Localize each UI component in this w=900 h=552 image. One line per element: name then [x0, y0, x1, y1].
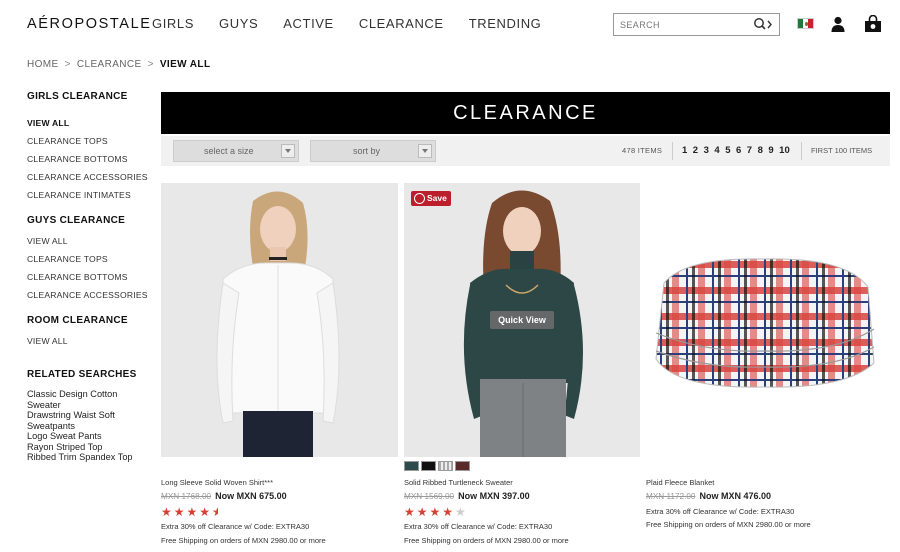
sidebar-item-guys-bottoms[interactable]: CLEARANCE BOTTOMS [27, 268, 152, 286]
page-link[interactable]: 3 [704, 145, 709, 156]
breadcrumb-separator: > [64, 59, 71, 70]
sale-price: Now MXN 397.00 [458, 491, 530, 501]
pagination: 1 2 3 4 5 6 7 8 9 10 [682, 145, 795, 156]
sidebar-item-guys-view-all[interactable]: VIEW ALL [27, 232, 152, 250]
nav-clearance[interactable]: CLEARANCE [359, 16, 444, 31]
sort-select[interactable]: sort by [310, 140, 436, 162]
brand-logo[interactable]: AÉROPOSTALE [27, 16, 152, 32]
breadcrumb: HOME > CLEARANCE > VIEW ALL [27, 59, 210, 70]
original-price: MXN 1172.00 [646, 492, 696, 501]
nav-trending[interactable]: TRENDING [469, 16, 542, 31]
stars-filled: ★★★★ [161, 505, 213, 519]
sale-price: Now MXN 675.00 [215, 491, 287, 501]
sidebar-item-girls-accessories[interactable]: CLEARANCE ACCESSORIES [27, 168, 152, 186]
related-search-link[interactable]: Classic Design Cotton Sweater [27, 389, 152, 410]
product-price: MXN 1172.00 Now MXN 476.00 [646, 491, 771, 501]
sidebar-item-girls-intimates[interactable]: CLEARANCE INTIMATES [27, 186, 152, 204]
size-select-label: select a size [204, 146, 254, 156]
product-name[interactable]: Long Sleeve Solid Woven Shirt*** [161, 478, 273, 487]
page-link[interactable]: 1 [682, 145, 687, 156]
nav-guys[interactable]: GUYS [219, 16, 258, 31]
color-swatch[interactable] [455, 461, 470, 471]
search-box [613, 13, 780, 36]
product-price: MXN 1569.00 Now MXN 397.00 [404, 491, 530, 501]
shopping-bag-icon[interactable] [864, 15, 882, 32]
page-link[interactable]: 5 [725, 145, 730, 156]
sidebar-heading-room[interactable]: ROOM CLEARANCE [27, 315, 152, 326]
product-photo-white-shirt [161, 183, 398, 457]
page-link[interactable]: 9 [768, 145, 773, 156]
size-select[interactable]: select a size [173, 140, 299, 162]
main-nav: GIRLS GUYS ACTIVE CLEARANCE TRENDING [152, 16, 566, 31]
color-swatch[interactable] [404, 461, 419, 471]
breadcrumb-separator: > [147, 59, 154, 70]
sidebar-item-guys-tops[interactable]: CLEARANCE TOPS [27, 250, 152, 268]
shipping-text: Free Shipping on orders of MXN 2980.00 o… [646, 520, 811, 529]
mexico-flag-icon[interactable] [797, 18, 814, 29]
category-sidebar: GIRLS CLEARANCE VIEW ALL CLEARANCE TOPS … [27, 91, 152, 463]
page-link[interactable]: 7 [747, 145, 752, 156]
page-link[interactable]: 10 [779, 145, 790, 156]
product-name[interactable]: Plaid Fleece Blanket [646, 478, 714, 487]
page-link[interactable]: 6 [736, 145, 741, 156]
star-rating: ★★★★★ [161, 505, 218, 519]
sidebar-item-room-view-all[interactable]: VIEW ALL [27, 332, 152, 350]
original-price: MXN 1569.00 [404, 492, 455, 501]
promo-text: Extra 30% off Clearance w/ Code: EXTRA30 [646, 507, 795, 516]
breadcrumb-home[interactable]: HOME [27, 59, 59, 70]
color-swatch[interactable] [421, 461, 436, 471]
star-rating: ★★★★★ [404, 505, 468, 519]
sidebar-item-girls-bottoms[interactable]: CLEARANCE BOTTOMS [27, 150, 152, 168]
search-icon[interactable] [753, 17, 773, 32]
stars-empty: ★ [455, 505, 468, 519]
related-search-link[interactable]: Logo Sweat Pants [27, 431, 152, 442]
color-swatch[interactable] [438, 461, 453, 471]
original-price: MXN 1768.00 [161, 492, 212, 501]
shipping-text: Free Shipping on orders of MXN 2980.00 o… [161, 536, 326, 545]
user-icon[interactable] [831, 16, 845, 32]
product-image[interactable] [161, 183, 398, 457]
promo-text: Extra 30% off Clearance w/ Code: EXTRA30 [161, 522, 310, 531]
items-count: 478 ITEMS [622, 146, 663, 155]
page-link[interactable]: 4 [714, 145, 719, 156]
product-name[interactable]: Solid Ribbed Turtleneck Sweater [404, 478, 513, 487]
product-toolbar: select a size sort by 478 ITEMS 1 2 3 4 … [161, 136, 890, 166]
product-image[interactable] [646, 183, 882, 457]
shipping-text: Free Shipping on orders of MXN 2980.00 o… [404, 536, 569, 545]
promo-text: Extra 30% off Clearance w/ Code: EXTRA30 [404, 522, 553, 531]
chevron-down-icon [418, 144, 432, 158]
page-link[interactable]: 2 [693, 145, 698, 156]
related-search-link[interactable]: Ribbed Trim Spandex Top [27, 452, 152, 463]
pinterest-save-button[interactable]: Save [411, 191, 451, 206]
stars-filled: ★★★★ [404, 505, 456, 519]
first-100-items-link[interactable]: FIRST 100 ITEMS [811, 146, 872, 155]
related-search-link[interactable]: Rayon Striped Top [27, 442, 152, 453]
divider [672, 142, 673, 160]
site-header: AÉROPOSTALE GIRLS GUYS ACTIVE CLEARANCE … [0, 0, 900, 48]
related-searches-heading: RELATED SEARCHES [27, 369, 137, 380]
sidebar-heading-guys[interactable]: GUYS CLEARANCE [27, 215, 152, 226]
product-price: MXN 1768.00 Now MXN 675.00 [161, 491, 287, 501]
nav-girls[interactable]: GIRLS [152, 16, 194, 31]
color-swatches [404, 461, 472, 471]
breadcrumb-current: VIEW ALL [159, 59, 211, 70]
sale-price: Now MXN 476.00 [699, 491, 771, 501]
sidebar-heading-girls[interactable]: GIRLS CLEARANCE [27, 91, 152, 102]
search-input[interactable] [614, 14, 744, 35]
sidebar-item-girls-view-all[interactable]: VIEW ALL [27, 114, 152, 132]
page-link[interactable]: 8 [758, 145, 763, 156]
chevron-down-icon [281, 144, 295, 158]
sort-select-label: sort by [353, 146, 381, 156]
related-search-link[interactable]: Drawstring Waist Soft Sweatpants [27, 410, 152, 431]
sidebar-item-guys-accessories[interactable]: CLEARANCE ACCESSORIES [27, 286, 152, 304]
half-star-icon: ★ [212, 505, 218, 519]
quick-view-button[interactable]: Quick View [490, 311, 554, 329]
divider [801, 142, 802, 160]
product-photo-plaid-blanket [655, 258, 875, 388]
sidebar-item-girls-tops[interactable]: CLEARANCE TOPS [27, 132, 152, 150]
category-banner: CLEARANCE [161, 92, 890, 134]
nav-active[interactable]: ACTIVE [283, 16, 334, 31]
breadcrumb-clearance[interactable]: CLEARANCE [77, 59, 142, 70]
